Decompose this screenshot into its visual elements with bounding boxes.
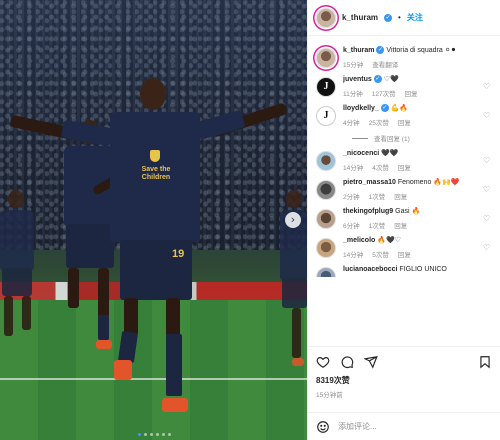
comment-time: 4分钟 [343, 120, 360, 127]
caption-username[interactable]: k_thuram [343, 47, 375, 54]
carousel-dot [156, 433, 159, 436]
comment-time: 14分钟 [343, 252, 364, 259]
commenter-username[interactable]: lucianoacebocci [343, 266, 397, 273]
heart-icon[interactable] [316, 355, 330, 369]
commenter-avatar[interactable] [316, 106, 336, 126]
verified-icon: ✓ [373, 75, 382, 84]
jersey-crest [150, 150, 160, 162]
post-media[interactable]: Save the Children 19 › [0, 0, 307, 440]
commenter-avatar[interactable] [316, 238, 336, 258]
shorts-number: 19 [172, 248, 185, 260]
main-player: Save the Children 19 [0, 70, 307, 440]
jersey-sponsor: Save the Children [141, 166, 171, 181]
commenter-username[interactable]: _melicolo [343, 237, 375, 244]
author-avatar[interactable] [316, 7, 336, 28]
separator-dot: • [398, 13, 401, 22]
caption-text: Vittoria di squadra ⚪⚫ [386, 47, 457, 54]
comment-likes[interactable]: 1次赞 [369, 220, 386, 230]
smiley-icon[interactable] [316, 420, 330, 434]
comment-likes[interactable]: 4次赞 [372, 162, 389, 172]
heart-icon[interactable]: ♡ [483, 185, 492, 201]
comment-text: ♡🖤 [383, 76, 399, 83]
verified-icon: ✓ [376, 46, 385, 55]
post-header: k_thuram ✓ • 关注 [308, 0, 500, 36]
comment-text: Gasi 🔥 [395, 208, 421, 215]
comment-item: lloydkelly_ ✓ 💪🔥 4分钟 25次赞 回复 ♡ [316, 104, 492, 127]
commenter-avatar[interactable] [316, 267, 336, 277]
post-sidebar: k_thuram ✓ • 关注 k_thuram ✓ Vittoria di s… [307, 0, 500, 440]
comments-list[interactable]: k_thuram ✓ Vittoria di squadra ⚪⚫ 15分钟 查… [308, 36, 500, 346]
translate-link[interactable]: 查看翻译 [372, 59, 398, 69]
heart-icon[interactable]: ♡ [483, 111, 492, 127]
verified-icon: ✓ [380, 104, 389, 113]
comment-time: 11分钟 [343, 91, 363, 98]
author-username[interactable]: k_thuram [342, 13, 378, 22]
commenter-username[interactable]: lloydkelly_ [343, 105, 379, 112]
instagram-post: Save the Children 19 › k_thuram ✓ • 关注 k… [0, 0, 500, 440]
commenter-avatar[interactable] [316, 77, 336, 97]
send-icon[interactable] [364, 355, 378, 369]
commenter-username[interactable]: _nicocenci [343, 150, 379, 157]
view-replies-link[interactable]: 查看回复 (1) [352, 133, 492, 143]
post-time: 15分钟前 [316, 392, 343, 399]
reply-button[interactable]: 回复 [398, 162, 411, 172]
heart-icon[interactable]: ♡ [483, 82, 492, 98]
carousel-dot [144, 433, 147, 436]
likes-count[interactable]: 8319次赞 [316, 375, 492, 386]
heart-icon[interactable]: ♡ [483, 214, 492, 230]
comment-item: _nicocenci 🖤🖤 14分钟 4次赞 回复 ♡ [316, 149, 492, 172]
bookmark-icon[interactable] [478, 355, 492, 369]
comment-text: 🔥🖤♡ [377, 237, 401, 244]
commenter-avatar[interactable] [316, 151, 336, 171]
carousel-dot [150, 433, 153, 436]
comment-item: juventus ✓ ♡🖤 11分钟 127次赞 回复 ♡ [316, 75, 492, 98]
comment-icon[interactable] [340, 355, 354, 369]
comment-item: pietro_massa10 Fenomeno 🔥🙌❤️ 2分钟 1次赞 回复 … [316, 178, 492, 201]
view-replies-label[interactable]: 查看回复 (1) [374, 133, 410, 143]
comment-text: Fenomeno 🔥🙌❤️ [397, 179, 460, 186]
carousel-dot [162, 433, 165, 436]
carousel-indicator [138, 433, 171, 436]
comment-composer [308, 412, 500, 440]
caption: k_thuram ✓ Vittoria di squadra ⚪⚫ 15分钟 查… [316, 46, 492, 69]
heart-icon[interactable]: ♡ [483, 243, 492, 259]
comment-likes[interactable]: 127次赞 [372, 88, 396, 98]
comment-item: lucianoacebocci FIGLIO UNICO [316, 265, 492, 277]
follow-button[interactable]: 关注 [407, 12, 423, 23]
comment-text: 💪🔥 [390, 105, 409, 112]
reply-button[interactable]: 回复 [398, 249, 411, 259]
reply-button[interactable]: 回复 [398, 117, 411, 127]
commenter-avatar[interactable] [316, 180, 336, 200]
commenter-username[interactable]: juventus [343, 76, 372, 83]
caption-time: 15分钟 [343, 62, 364, 69]
action-bar: 8319次赞 15分钟前 [308, 346, 500, 412]
next-slide-button[interactable]: › [285, 212, 301, 228]
comment-likes[interactable]: 25次赞 [369, 117, 389, 127]
reply-button[interactable]: 回复 [394, 220, 407, 230]
comment-time: 6分钟 [343, 223, 360, 230]
reply-button[interactable]: 回复 [405, 88, 418, 98]
commenter-username[interactable]: thekingofplug9 [343, 208, 393, 215]
comment-item: _melicolo 🔥🖤♡ 14分钟 5次赞 回复 ♡ [316, 236, 492, 259]
carousel-dot [168, 433, 171, 436]
heart-icon[interactable]: ♡ [483, 156, 492, 172]
commenter-avatar[interactable] [316, 209, 336, 229]
comment-likes[interactable]: 1次赞 [369, 191, 386, 201]
carousel-dot [138, 433, 141, 436]
author-avatar[interactable] [316, 48, 336, 68]
comment-time: 14分钟 [343, 165, 364, 172]
comment-likes[interactable]: 5次赞 [372, 249, 389, 259]
verified-icon: ✓ [384, 13, 393, 22]
comment-text: 🖤🖤 [381, 150, 399, 157]
comment-text: FIGLIO UNICO [399, 266, 447, 273]
comment-input[interactable] [338, 422, 492, 431]
reply-button[interactable]: 回复 [394, 191, 407, 201]
comment-item: thekingofplug9 Gasi 🔥 6分钟 1次赞 回复 ♡ [316, 207, 492, 230]
comment-time: 2分钟 [343, 194, 360, 201]
commenter-username[interactable]: pietro_massa10 [343, 179, 396, 186]
reply-divider [352, 137, 368, 139]
